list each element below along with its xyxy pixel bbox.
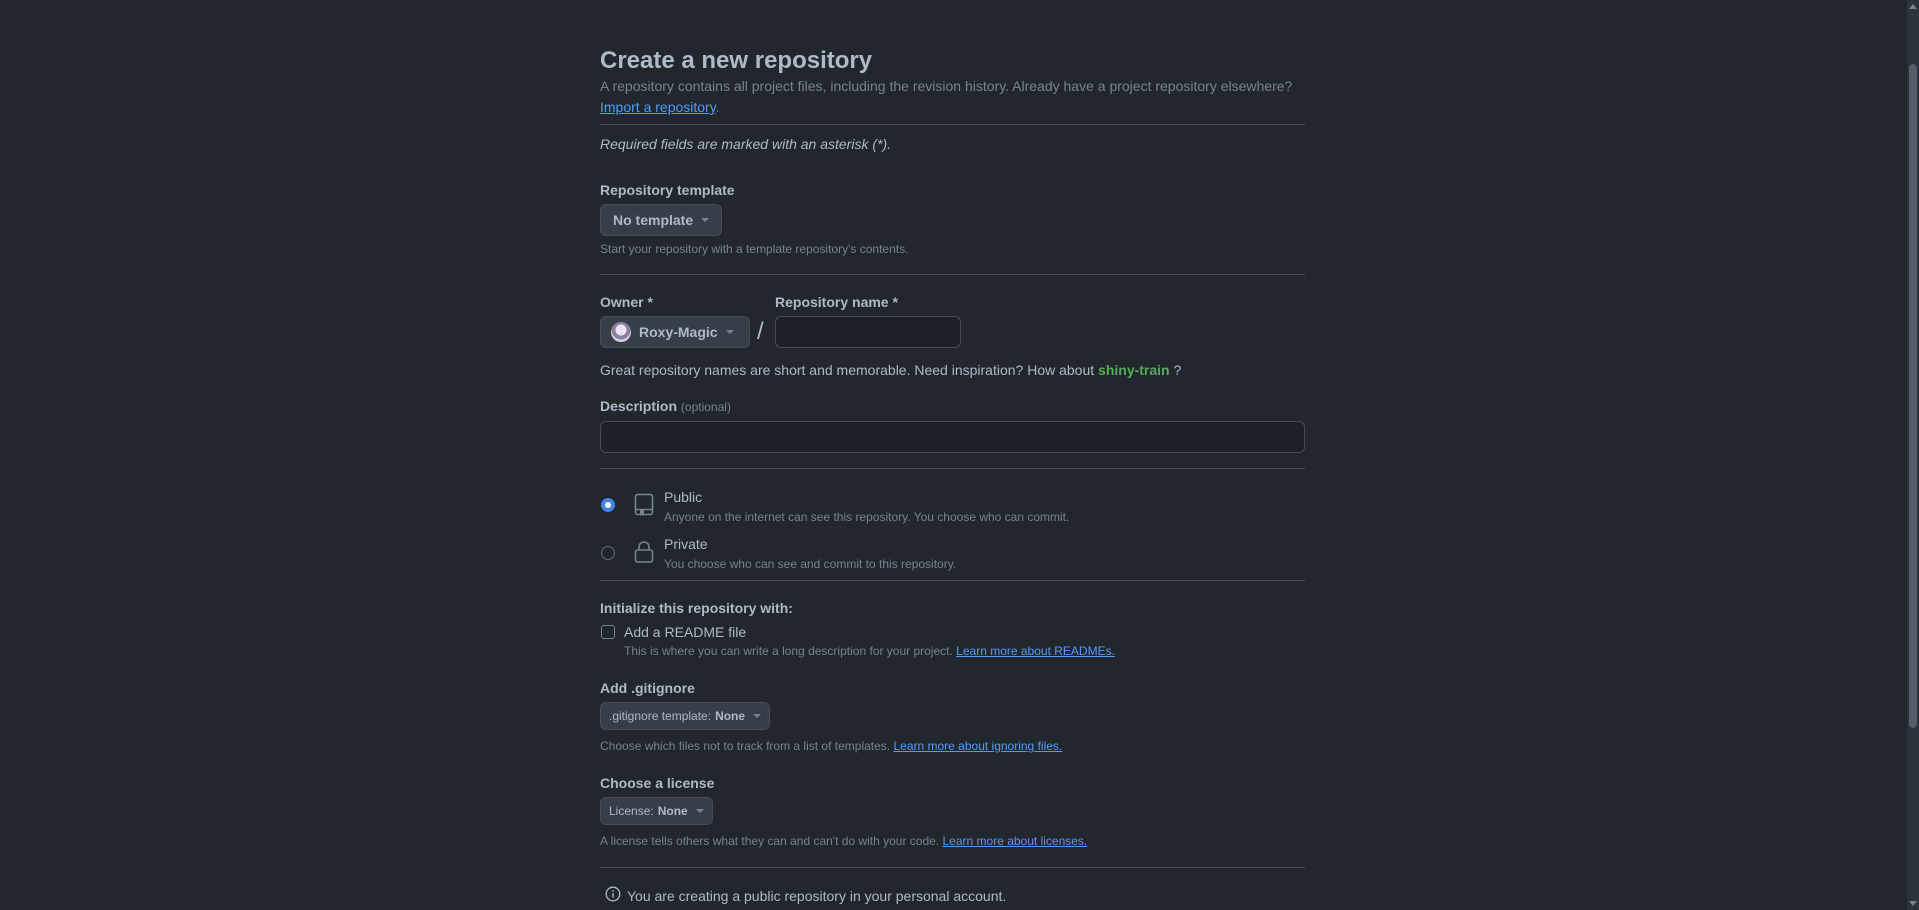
gitignore-learn-more-link[interactable]: Learn more about ignoring files.	[893, 739, 1062, 753]
suggestion-prefix: Great repository names are short and mem…	[600, 362, 1095, 378]
gitignore-note-row: Choose which files not to track from a l…	[600, 739, 1062, 753]
import-suffix: .	[715, 99, 720, 115]
divider	[600, 274, 1305, 275]
gitignore-button-value: None	[715, 709, 746, 723]
divider	[600, 124, 1305, 125]
info-icon	[605, 886, 621, 905]
import-repository-link[interactable]: Import a repository	[600, 99, 716, 115]
lock-icon	[634, 540, 654, 567]
scrollbar-thumb[interactable]	[1909, 64, 1917, 728]
page-title: Create a new repository	[600, 47, 873, 74]
avatar	[611, 322, 631, 342]
divider	[600, 580, 1305, 581]
chevron-down-icon	[701, 218, 710, 222]
gitignore-select-button[interactable]: .gitignore template: None	[600, 702, 771, 730]
readme-learn-more-link[interactable]: Learn more about READMEs.	[956, 644, 1115, 658]
template-button-label: No template	[613, 212, 694, 228]
owner-label: Owner *	[600, 294, 653, 310]
readme-checkbox[interactable]	[601, 625, 615, 639]
subtitle-text: A repository contains all project files,…	[600, 78, 1293, 94]
gitignore-heading: Add .gitignore	[600, 680, 695, 696]
description-label-row: Description (optional)	[600, 398, 731, 414]
owner-name: Roxy-Magic	[639, 324, 718, 340]
readme-note-row: This is where you can write a long descr…	[624, 644, 1115, 658]
license-button-prefix: License:	[609, 804, 654, 818]
public-description: Anyone on the internet can see this repo…	[664, 510, 1070, 524]
repo-icon	[634, 493, 654, 520]
owner-select-button[interactable]: Roxy-Magic	[600, 316, 750, 348]
repository-name-input[interactable]	[775, 316, 961, 348]
private-description: You choose who can see and commit to thi…	[664, 557, 957, 571]
readme-note: This is where you can write a long descr…	[624, 644, 953, 658]
suggestion-suffix: ?	[1173, 362, 1182, 378]
public-title: Public	[664, 489, 703, 505]
description-optional: (optional)	[680, 400, 731, 414]
gitignore-note: Choose which files not to track from a l…	[600, 739, 891, 753]
template-label: Repository template	[600, 182, 735, 198]
license-note: A license tells others what they can and…	[600, 834, 940, 848]
license-heading: Choose a license	[600, 775, 715, 791]
scroll-down-icon[interactable]	[1909, 901, 1917, 906]
readme-label[interactable]: Add a README file	[624, 624, 746, 640]
chevron-down-icon	[725, 330, 734, 334]
footer-info-text: You are creating a public repository in …	[627, 887, 1007, 904]
scroll-up-icon[interactable]	[1909, 4, 1917, 9]
gitignore-button-prefix: .gitignore template:	[609, 709, 712, 723]
owner-repo-separator: /	[757, 318, 764, 345]
name-suggestion: Great repository names are short and mem…	[600, 362, 1181, 378]
template-select-button[interactable]: No template	[600, 204, 723, 236]
scrollbar[interactable]	[1907, 0, 1919, 910]
suggested-name-link[interactable]: shiny-train	[1098, 362, 1170, 378]
public-radio[interactable]	[601, 498, 615, 512]
chevron-down-icon	[753, 714, 762, 718]
license-learn-more-link[interactable]: Learn more about licenses.	[943, 834, 1088, 848]
description-input[interactable]	[600, 421, 1305, 453]
init-heading: Initialize this repository with:	[600, 600, 793, 616]
license-button-value: None	[657, 804, 688, 818]
template-note: Start your repository with a template re…	[600, 242, 909, 256]
license-note-row: A license tells others what they can and…	[600, 834, 1087, 848]
footer-info: You are creating a public repository in …	[605, 886, 1006, 905]
page-subtitle: A repository contains all project files,…	[600, 76, 1320, 118]
private-radio[interactable]	[601, 546, 615, 560]
license-select-button[interactable]: License: None	[600, 797, 713, 825]
description-label: Description	[600, 398, 678, 414]
divider	[600, 867, 1305, 868]
chevron-down-icon	[695, 809, 704, 813]
divider	[600, 468, 1305, 469]
repo-name-label: Repository name *	[775, 294, 898, 310]
private-title: Private	[664, 536, 708, 552]
required-note: Required fields are marked with an aster…	[600, 136, 892, 152]
